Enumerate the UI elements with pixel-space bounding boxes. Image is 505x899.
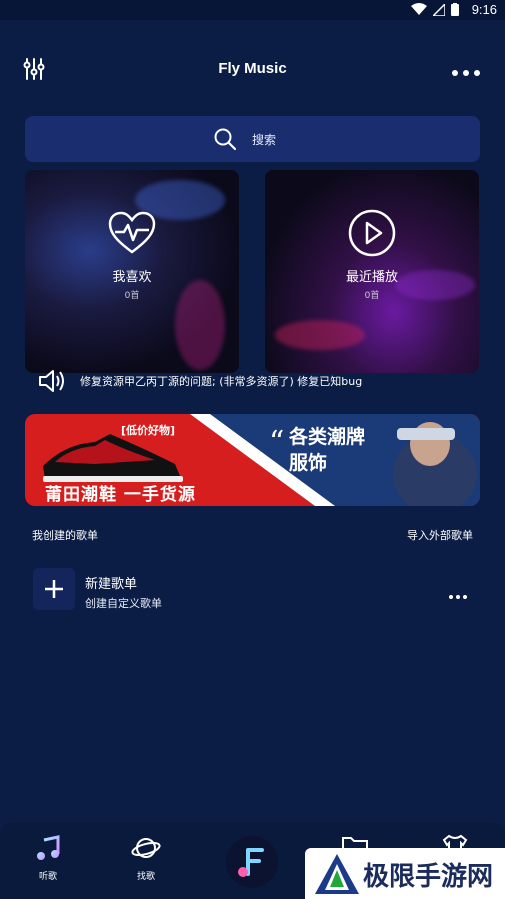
heart-pulse-icon [108, 211, 156, 254]
new-playlist-subtitle: 创建自定义歌单 [85, 597, 162, 610]
notice-text: 修复资源甲乙丙丁源的问题; (非常多资源了) 修复已知bug [80, 375, 363, 388]
import-playlist-link[interactable]: 导入外部歌单 [407, 527, 473, 543]
wifi-icon [411, 3, 427, 15]
watermark: 极限手游网 [305, 848, 505, 899]
tab-listen[interactable]: 听歌 [23, 834, 73, 882]
my-playlists-heading: 我创建的歌单 [32, 529, 98, 542]
music-note-icon [37, 835, 60, 860]
app-logo-icon [238, 848, 264, 877]
banner-line1: 各类潮牌 [289, 426, 366, 448]
signal-icon [433, 3, 445, 16]
promo-banner[interactable]: “ [低价好物] 莆田潮鞋 一手货源 各类潮牌 服饰 [25, 414, 480, 506]
banner-headline: 莆田潮鞋 一手货源 [45, 485, 196, 505]
status-bar: 9:16 [0, 0, 505, 20]
watermark-logo-icon [315, 854, 359, 894]
playlist-more-icon[interactable] [448, 585, 468, 604]
app-title: Fly Music [218, 60, 287, 77]
tab-find[interactable]: 找歌 [121, 834, 171, 882]
battery-icon [451, 3, 459, 16]
search-icon [213, 127, 237, 155]
card-favorites-count: 0首 [124, 291, 140, 301]
banner-tag: [低价好物] [121, 424, 176, 437]
search-bar[interactable]: 搜索 [25, 116, 480, 162]
svg-text:“: “ [269, 425, 284, 460]
notice-bar[interactable]: 修复资源甲乙丙丁源的问题; (非常多资源了) 修复已知bug [25, 368, 485, 394]
card-favorites-label: 我喜欢 [112, 270, 152, 285]
new-playlist-item[interactable]: 新建歌单 创建自定义歌单 [33, 568, 478, 612]
card-recent-count: 0首 [364, 291, 380, 301]
add-icon [33, 568, 75, 610]
app-header: Fly Music [0, 52, 505, 88]
watermark-text: 极限手游网 [363, 862, 494, 892]
banner-line2: 服饰 [289, 452, 328, 474]
more-icon[interactable] [451, 62, 481, 81]
card-recent-label: 最近播放 [345, 270, 398, 285]
tab-find-label: 找歌 [136, 872, 155, 882]
new-playlist-title: 新建歌单 [85, 577, 138, 592]
search-placeholder: 搜索 [252, 133, 277, 147]
play-circle-icon [348, 209, 396, 257]
player-button[interactable] [226, 836, 278, 888]
planet-icon [131, 838, 161, 858]
tab-listen-label: 听歌 [38, 872, 57, 882]
speaker-icon [38, 368, 66, 398]
card-favorites[interactable]: 我喜欢 0首 [25, 170, 239, 373]
status-time: 9:16 [471, 2, 497, 17]
card-recent[interactable]: 最近播放 0首 [265, 170, 479, 373]
status-icons [411, 3, 459, 16]
